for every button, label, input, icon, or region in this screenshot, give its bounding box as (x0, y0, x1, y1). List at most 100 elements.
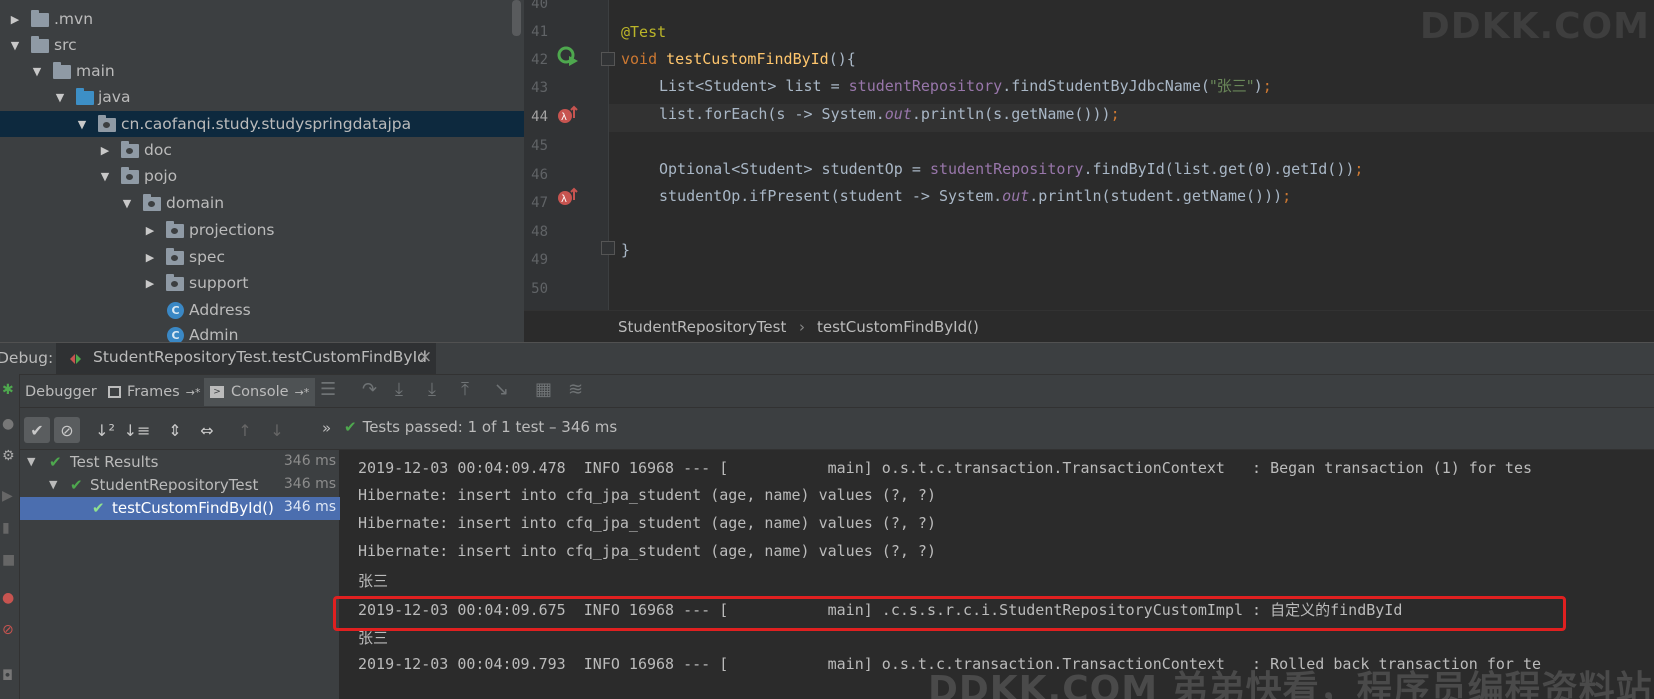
step-over-icon[interactable]: ↷ (362, 379, 377, 400)
trace-icon[interactable]: ≋ (568, 379, 583, 400)
test-method-node[interactable]: ✔ testCustomFindById() 346 ms (20, 497, 340, 520)
tree-item-root-package[interactable]: ▼ cn.caofanqi.study.studyspringdatajpa (0, 111, 524, 137)
run-test-icon[interactable] (557, 46, 579, 68)
test-duration: 346 ms (283, 476, 336, 492)
tab-label: Frames (127, 384, 180, 400)
settings-icon[interactable]: ⚙ (2, 448, 15, 464)
show-passed-icon[interactable]: ✔ (24, 417, 50, 443)
tree-item-projections[interactable]: ▶ projections (0, 217, 524, 243)
show-ignored-icon[interactable]: ⊘ (54, 417, 80, 443)
line-number: 43 (531, 80, 548, 96)
sort-duration-icon[interactable]: ↓≡ (124, 417, 151, 443)
keyword-token: void (621, 50, 658, 68)
expand-arrow-icon[interactable]: ▶ (143, 277, 157, 290)
console-line: Hibernate: insert into cfq_jpa_student (… (358, 486, 936, 504)
more-actions-icon[interactable]: » (322, 419, 331, 437)
code-token: } (621, 241, 631, 259)
svg-text:λ: λ (561, 194, 567, 205)
expand-arrow-icon[interactable]: ▶ (143, 224, 157, 237)
semicolon-token: ; (1354, 160, 1364, 178)
collapse-arrow-icon[interactable]: ▼ (30, 65, 44, 78)
collapse-arrow-icon[interactable]: ▼ (53, 91, 67, 104)
collapse-all-icon[interactable]: ⇔ (194, 417, 220, 443)
sort-alpha-icon[interactable]: ↓² (92, 417, 118, 443)
fold-marker-icon[interactable] (601, 52, 615, 66)
test-results-root[interactable]: ▼ ✔ Test Results 346 ms (20, 451, 340, 474)
expand-arrow-icon[interactable]: ▶ (8, 13, 22, 26)
console-icon: > (210, 386, 224, 398)
tree-item-pojo[interactable]: ▼ pojo (0, 163, 524, 189)
close-icon[interactable]: × (418, 347, 432, 367)
force-step-into-icon[interactable]: ⤓ (428, 379, 436, 400)
tab-console[interactable]: > Console →* (204, 378, 316, 406)
next-failed-icon[interactable]: ↓ (264, 417, 290, 443)
tree-item-src[interactable]: ▼ src (0, 32, 524, 58)
pin-icon: →* (185, 385, 201, 399)
tree-item-address[interactable]: C Address (0, 297, 524, 323)
line-number: 41 (531, 24, 548, 40)
tree-item-label: pojo (144, 167, 178, 185)
code-token: List<Student> list = (659, 77, 849, 95)
line-number: 48 (531, 224, 548, 240)
expand-all-icon[interactable]: ⇕ (162, 417, 188, 443)
line-number: 44 (531, 109, 548, 125)
test-runner-toolbar: ✔ ⊘ ↓² ↓≡ ⇕ ⇔ ↑ ↓ » ✔ Tests passed: 1 of… (20, 408, 1654, 450)
tree-item-label: src (54, 36, 77, 54)
tree-item-doc[interactable]: ▶ doc (0, 137, 524, 163)
collapse-arrow-icon[interactable]: ▼ (98, 170, 112, 183)
tab-label: Console (231, 384, 289, 400)
tree-item-mvn[interactable]: ▶ .mvn (0, 6, 524, 32)
mute-icon[interactable]: ■ (2, 552, 15, 568)
tree-item-admin[interactable]: C Admin (0, 322, 524, 342)
camera-icon[interactable]: ◘ (2, 668, 13, 684)
resume-icon[interactable]: ● (2, 416, 14, 432)
tree-item-domain[interactable]: ▼ domain (0, 190, 524, 216)
stop-icon[interactable]: ▮ (2, 520, 10, 536)
editor-breadcrumb: StudentRepositoryTest › testCustomFindBy… (524, 310, 1654, 342)
tree-item-spec[interactable]: ▶ spec (0, 244, 524, 270)
collapse-arrow-icon[interactable]: ▼ (8, 39, 22, 52)
tree-item-main[interactable]: ▼ main (0, 58, 524, 84)
folder-icon (31, 36, 49, 53)
folder-icon (53, 62, 71, 79)
tree-scrollbar[interactable] (512, 0, 521, 36)
breadcrumb-item-method[interactable]: testCustomFindById() (817, 318, 979, 336)
collapse-arrow-icon[interactable]: ▼ (49, 478, 57, 491)
breadcrumb-item-class[interactable]: StudentRepositoryTest (618, 318, 786, 336)
debug-session-tab[interactable]: StudentRepositoryTest.testCustomFindById… (56, 343, 436, 374)
fold-marker-icon[interactable] (601, 241, 615, 255)
step-out-icon[interactable]: ⤒ (461, 379, 469, 400)
pause-icon[interactable]: ▶ (2, 488, 13, 504)
tab-frames[interactable]: Frames →* (102, 378, 206, 406)
pin-icon: →* (294, 385, 310, 399)
lambda-breakpoint-icon[interactable]: λ (557, 104, 579, 126)
code-editor[interactable]: 40 41 42 43 44 46 45 47 48 49 50 λ λ @Te… (524, 0, 1654, 342)
view-breakpoints-icon[interactable]: ● (2, 590, 14, 606)
pass-check-icon: ✔ (49, 453, 62, 471)
line-number: 50 (531, 281, 548, 297)
collapse-arrow-icon[interactable]: ▼ (75, 118, 89, 131)
package-icon (166, 274, 184, 291)
step-into-icon[interactable]: ⤓ (395, 379, 403, 400)
watermark: DDKK.COM (1419, 6, 1650, 47)
collapse-arrow-icon[interactable]: ▼ (120, 197, 134, 210)
rerun-icon[interactable]: ✱ (2, 382, 14, 398)
expand-arrow-icon[interactable]: ▶ (143, 251, 157, 264)
expand-arrow-icon[interactable]: ▶ (98, 144, 112, 157)
static-field-token: out (884, 105, 912, 123)
run-to-cursor-icon[interactable]: ↘ (494, 379, 509, 400)
menu-icon[interactable]: ☰ (320, 379, 336, 400)
tab-debugger[interactable]: Debugger (19, 378, 103, 406)
mute-breakpoints-icon[interactable]: ⊘ (2, 622, 14, 638)
tree-item-java[interactable]: ▼ java (0, 84, 524, 110)
tree-item-label: main (76, 62, 115, 80)
evaluate-icon[interactable]: ▦ (535, 379, 552, 400)
lambda-breakpoint-icon[interactable]: λ (557, 186, 579, 208)
tree-item-support[interactable]: ▶ support (0, 270, 524, 296)
code-token: list.forEach(s -> System. (659, 105, 885, 123)
tree-item-label: spec (189, 248, 225, 266)
test-class-node[interactable]: ▼ ✔ StudentRepositoryTest 346 ms (20, 474, 340, 497)
test-duration: 346 ms (283, 499, 336, 515)
collapse-arrow-icon[interactable]: ▼ (27, 455, 35, 468)
previous-failed-icon[interactable]: ↑ (232, 417, 258, 443)
